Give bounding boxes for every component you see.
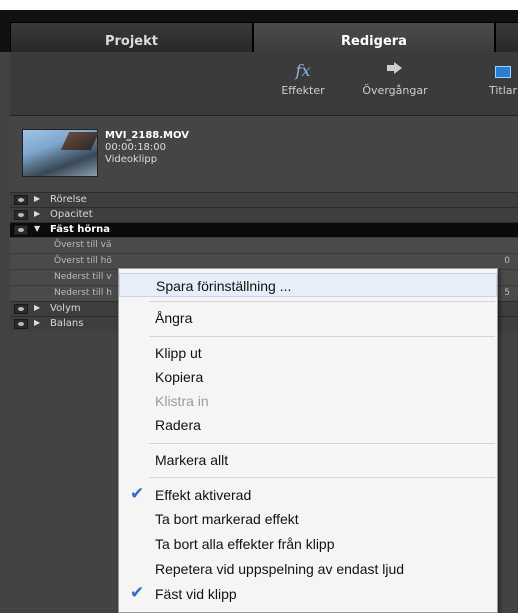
expand-arrow-icon[interactable]: ▶ bbox=[34, 194, 40, 203]
menu-item-label: Ångra bbox=[155, 310, 193, 326]
clip-duration: 00:00:18:00 bbox=[105, 142, 167, 153]
menu-item-klistra-in: Klistra in bbox=[119, 389, 497, 413]
menu-item-markera-allt[interactable]: Markera allt bbox=[119, 448, 497, 472]
titles-button[interactable]: Titlar bbox=[478, 58, 518, 110]
context-menu: Spara förinställning ... Ångra Klipp ut … bbox=[118, 268, 498, 613]
param-label: Nederst till h bbox=[54, 288, 112, 298]
effects-button[interactable]: fx Effekter bbox=[270, 58, 336, 110]
visibility-eye-icon[interactable] bbox=[14, 225, 28, 235]
menu-separator bbox=[149, 477, 495, 478]
clip-info: MVI_2188.MOV 00:00:18:00 Videoklipp bbox=[10, 116, 518, 192]
menu-item-klipp-ut[interactable]: Klipp ut bbox=[119, 341, 497, 365]
expand-arrow-icon[interactable]: ▶ bbox=[34, 318, 40, 327]
transition-arrow-icon bbox=[350, 58, 440, 84]
menu-item-label: Klipp ut bbox=[155, 345, 202, 361]
effect-row-opacitet[interactable]: ▶ Opacitet bbox=[10, 207, 518, 222]
param-label: Överst till hö bbox=[54, 256, 112, 266]
visibility-eye-icon[interactable] bbox=[14, 319, 28, 329]
menu-item-effekt-aktiverad[interactable]: ✔ Effekt aktiverad bbox=[119, 483, 497, 507]
menu-item-ta-bort-alla-effekter[interactable]: Ta bort alla effekter från klipp bbox=[119, 532, 497, 556]
titles-icon bbox=[478, 58, 518, 84]
checkmark-icon: ✔ bbox=[130, 583, 145, 602]
menu-item-ta-bort-markerad-effekt[interactable]: Ta bort markerad effekt bbox=[119, 507, 497, 531]
menu-item-label: Fäst vid klipp bbox=[155, 586, 237, 602]
fx-icon: fx bbox=[295, 61, 311, 80]
effect-param-row[interactable]: Överst till vä bbox=[10, 237, 518, 253]
menu-item-radera[interactable]: Radera bbox=[119, 413, 497, 437]
menu-item-label: Repetera vid uppspelning av endast ljud bbox=[155, 561, 405, 577]
clip-type: Videoklipp bbox=[105, 154, 158, 165]
effect-label: Volym bbox=[50, 303, 81, 314]
param-label: Överst till vä bbox=[54, 240, 112, 250]
menu-item-repetera-vid-uppspelning[interactable]: Repetera vid uppspelning av endast ljud bbox=[119, 557, 497, 581]
effect-label: Rörelse bbox=[50, 194, 87, 205]
menu-item-kopiera[interactable]: Kopiera bbox=[119, 365, 497, 389]
clip-name: MVI_2188.MOV bbox=[105, 130, 189, 141]
effect-label: Balans bbox=[50, 318, 84, 329]
menu-separator bbox=[149, 443, 495, 444]
menu-item-label: Klistra in bbox=[155, 393, 209, 409]
effects-label: Effekter bbox=[281, 84, 325, 97]
visibility-eye-icon[interactable] bbox=[14, 210, 28, 220]
param-value[interactable]: 0 bbox=[504, 256, 510, 266]
visibility-eye-icon[interactable] bbox=[14, 195, 28, 205]
menu-item-label: Spara förinställning ... bbox=[156, 278, 292, 294]
menu-separator bbox=[149, 301, 495, 302]
titles-label: Titlar bbox=[488, 84, 518, 97]
visibility-eye-icon[interactable] bbox=[14, 304, 28, 314]
effect-label: Fäst hörna bbox=[50, 224, 110, 235]
menu-item-label: Radera bbox=[155, 417, 201, 433]
param-label: Nederst till v bbox=[54, 272, 112, 282]
expand-arrow-icon[interactable]: ▶ bbox=[34, 209, 40, 218]
checkmark-icon: ✔ bbox=[130, 484, 145, 503]
menu-item-label: Ta bort alla effekter från klipp bbox=[155, 536, 335, 552]
clip-thumbnail bbox=[22, 129, 98, 177]
menu-item-spara-forinstallning[interactable]: Spara förinställning ... bbox=[119, 273, 497, 297]
transitions-button[interactable]: Övergångar bbox=[350, 58, 440, 110]
menu-item-label: Ta bort markerad effekt bbox=[155, 511, 299, 527]
expand-arrow-icon[interactable]: ▶ bbox=[34, 303, 40, 312]
effect-row-rorelse[interactable]: ▶ Rörelse bbox=[10, 192, 518, 207]
tab-bar: Projekt Redigera bbox=[0, 0, 518, 62]
edit-toolbar: fx Effekter Övergångar Titlar bbox=[10, 52, 518, 116]
menu-item-fast-vid-klipp[interactable]: ✔ Fäst vid klipp bbox=[119, 582, 497, 606]
menu-separator bbox=[149, 336, 495, 337]
effects-panel-window: Projekt Redigera fx Effekter Övergångar … bbox=[0, 0, 518, 613]
menu-item-label: Effekt aktiverad bbox=[155, 487, 252, 503]
collapse-arrow-icon[interactable]: ▼ bbox=[34, 224, 40, 233]
effect-row-fast-horna[interactable]: ▼ Fäst hörna bbox=[10, 222, 518, 237]
transitions-label: Övergångar bbox=[362, 84, 428, 97]
menu-item-label: Kopiera bbox=[155, 369, 204, 385]
param-value[interactable]: 5 bbox=[504, 288, 510, 298]
effect-param-row[interactable]: Överst till hö 0 bbox=[10, 253, 518, 269]
menu-item-label: Markera allt bbox=[155, 452, 229, 468]
menu-item-angra[interactable]: Ångra bbox=[119, 306, 497, 330]
effect-label: Opacitet bbox=[50, 209, 93, 220]
